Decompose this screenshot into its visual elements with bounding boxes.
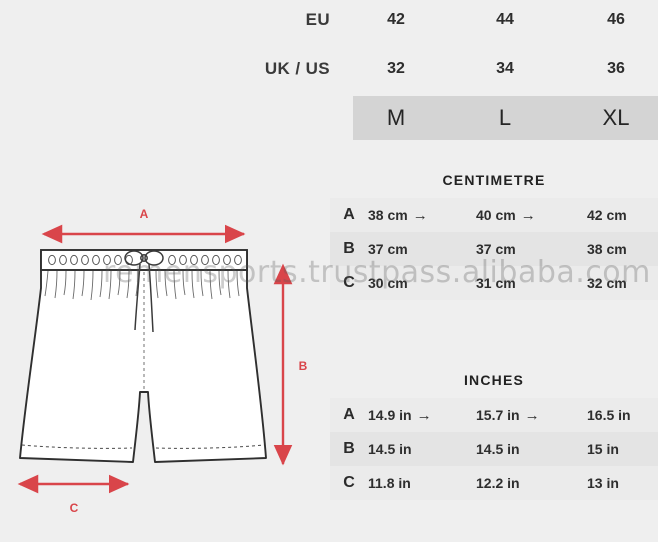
arrow-right-icon: → <box>412 207 428 224</box>
size-row-uk-us-value-m: 32 <box>387 60 405 77</box>
in-b-xl: 15 in <box>587 441 619 457</box>
table-row: B 37 cm 37 cm 38 cm <box>330 232 658 266</box>
size-row-uk-us-value-l: 34 <box>496 60 514 77</box>
measure-b-label: B <box>299 359 308 373</box>
row-key-b: B <box>343 440 355 457</box>
size-label-xl: XL <box>602 105 630 130</box>
size-row-uk-us-label: UK / US <box>264 59 330 78</box>
size-chart-canvas: EU 42 44 46 UK / US 32 34 36 M L XL CENT… <box>0 0 658 542</box>
size-row-eu: EU 42 44 46 <box>0 0 658 40</box>
centimetre-table-caption: CENTIMETRE <box>442 172 546 188</box>
cm-b-xl: 38 cm <box>587 241 627 257</box>
in-b-l: 14.5 in <box>476 441 520 457</box>
table-row: A 14.9 in → 15.7 in → 16.5 in <box>330 398 658 432</box>
row-key-c: C <box>343 474 355 491</box>
in-c-m: 11.8 in <box>368 475 411 491</box>
inches-table-caption: INCHES <box>463 372 525 388</box>
cm-c-m: 30 cm <box>368 275 408 291</box>
arrow-right-icon: → <box>524 407 540 424</box>
shorts-diagram: A B C <box>0 190 330 542</box>
cm-a-l: 40 cm → <box>476 207 536 224</box>
table-row: C 30 cm 31 cm 32 cm <box>330 266 658 300</box>
size-row-eu-value-m: 42 <box>387 11 405 28</box>
row-key-c: C <box>343 274 355 291</box>
in-c-l: 12.2 in <box>476 475 520 491</box>
table-row: C 11.8 in 12.2 in 13 in <box>330 466 658 500</box>
size-label-bar: M L XL <box>353 96 658 140</box>
in-a-xl: 16.5 in <box>587 407 631 423</box>
in-a-m: 14.9 in → <box>368 407 432 424</box>
table-row: B 14.5 in 14.5 in 15 in <box>330 432 658 466</box>
row-key-a: A <box>343 206 355 223</box>
centimetre-table: CENTIMETRE A 38 cm → 40 cm → 42 cm B 37 cm… <box>330 163 658 300</box>
cm-c-l: 31 cm <box>476 275 516 291</box>
measure-c-label: C <box>70 501 79 515</box>
size-row-uk-us: UK / US 32 34 36 <box>0 49 658 89</box>
size-label-m: M <box>386 105 406 130</box>
table-row: A 38 cm → 40 cm → 42 cm <box>330 198 658 232</box>
size-label-l: L <box>498 105 512 130</box>
in-b-m: 14.5 in <box>368 441 412 457</box>
inches-table: INCHES A 14.9 in → 15.7 in → 16.5 in B 14.… <box>330 363 658 500</box>
in-c-xl: 13 in <box>587 475 619 491</box>
arrow-right-icon: → <box>520 207 536 224</box>
row-key-b: B <box>343 240 355 257</box>
size-row-eu-value-xl: 46 <box>607 11 625 28</box>
cm-a-xl: 42 cm <box>587 207 627 223</box>
size-row-eu-value-l: 44 <box>496 11 514 28</box>
in-a-l: 15.7 in → <box>476 407 540 424</box>
cm-c-xl: 32 cm <box>587 275 627 291</box>
row-key-a: A <box>343 406 355 423</box>
cm-a-m: 38 cm → <box>368 207 428 224</box>
shorts-technical-drawing-icon: A B C <box>17 207 308 515</box>
cm-b-m: 37 cm <box>368 241 408 257</box>
size-row-eu-label: EU <box>305 10 330 29</box>
measure-a-label: A <box>140 207 149 221</box>
size-row-uk-us-value-xl: 36 <box>607 60 625 77</box>
arrow-right-icon: → <box>416 407 432 424</box>
cm-b-l: 37 cm <box>476 241 516 257</box>
